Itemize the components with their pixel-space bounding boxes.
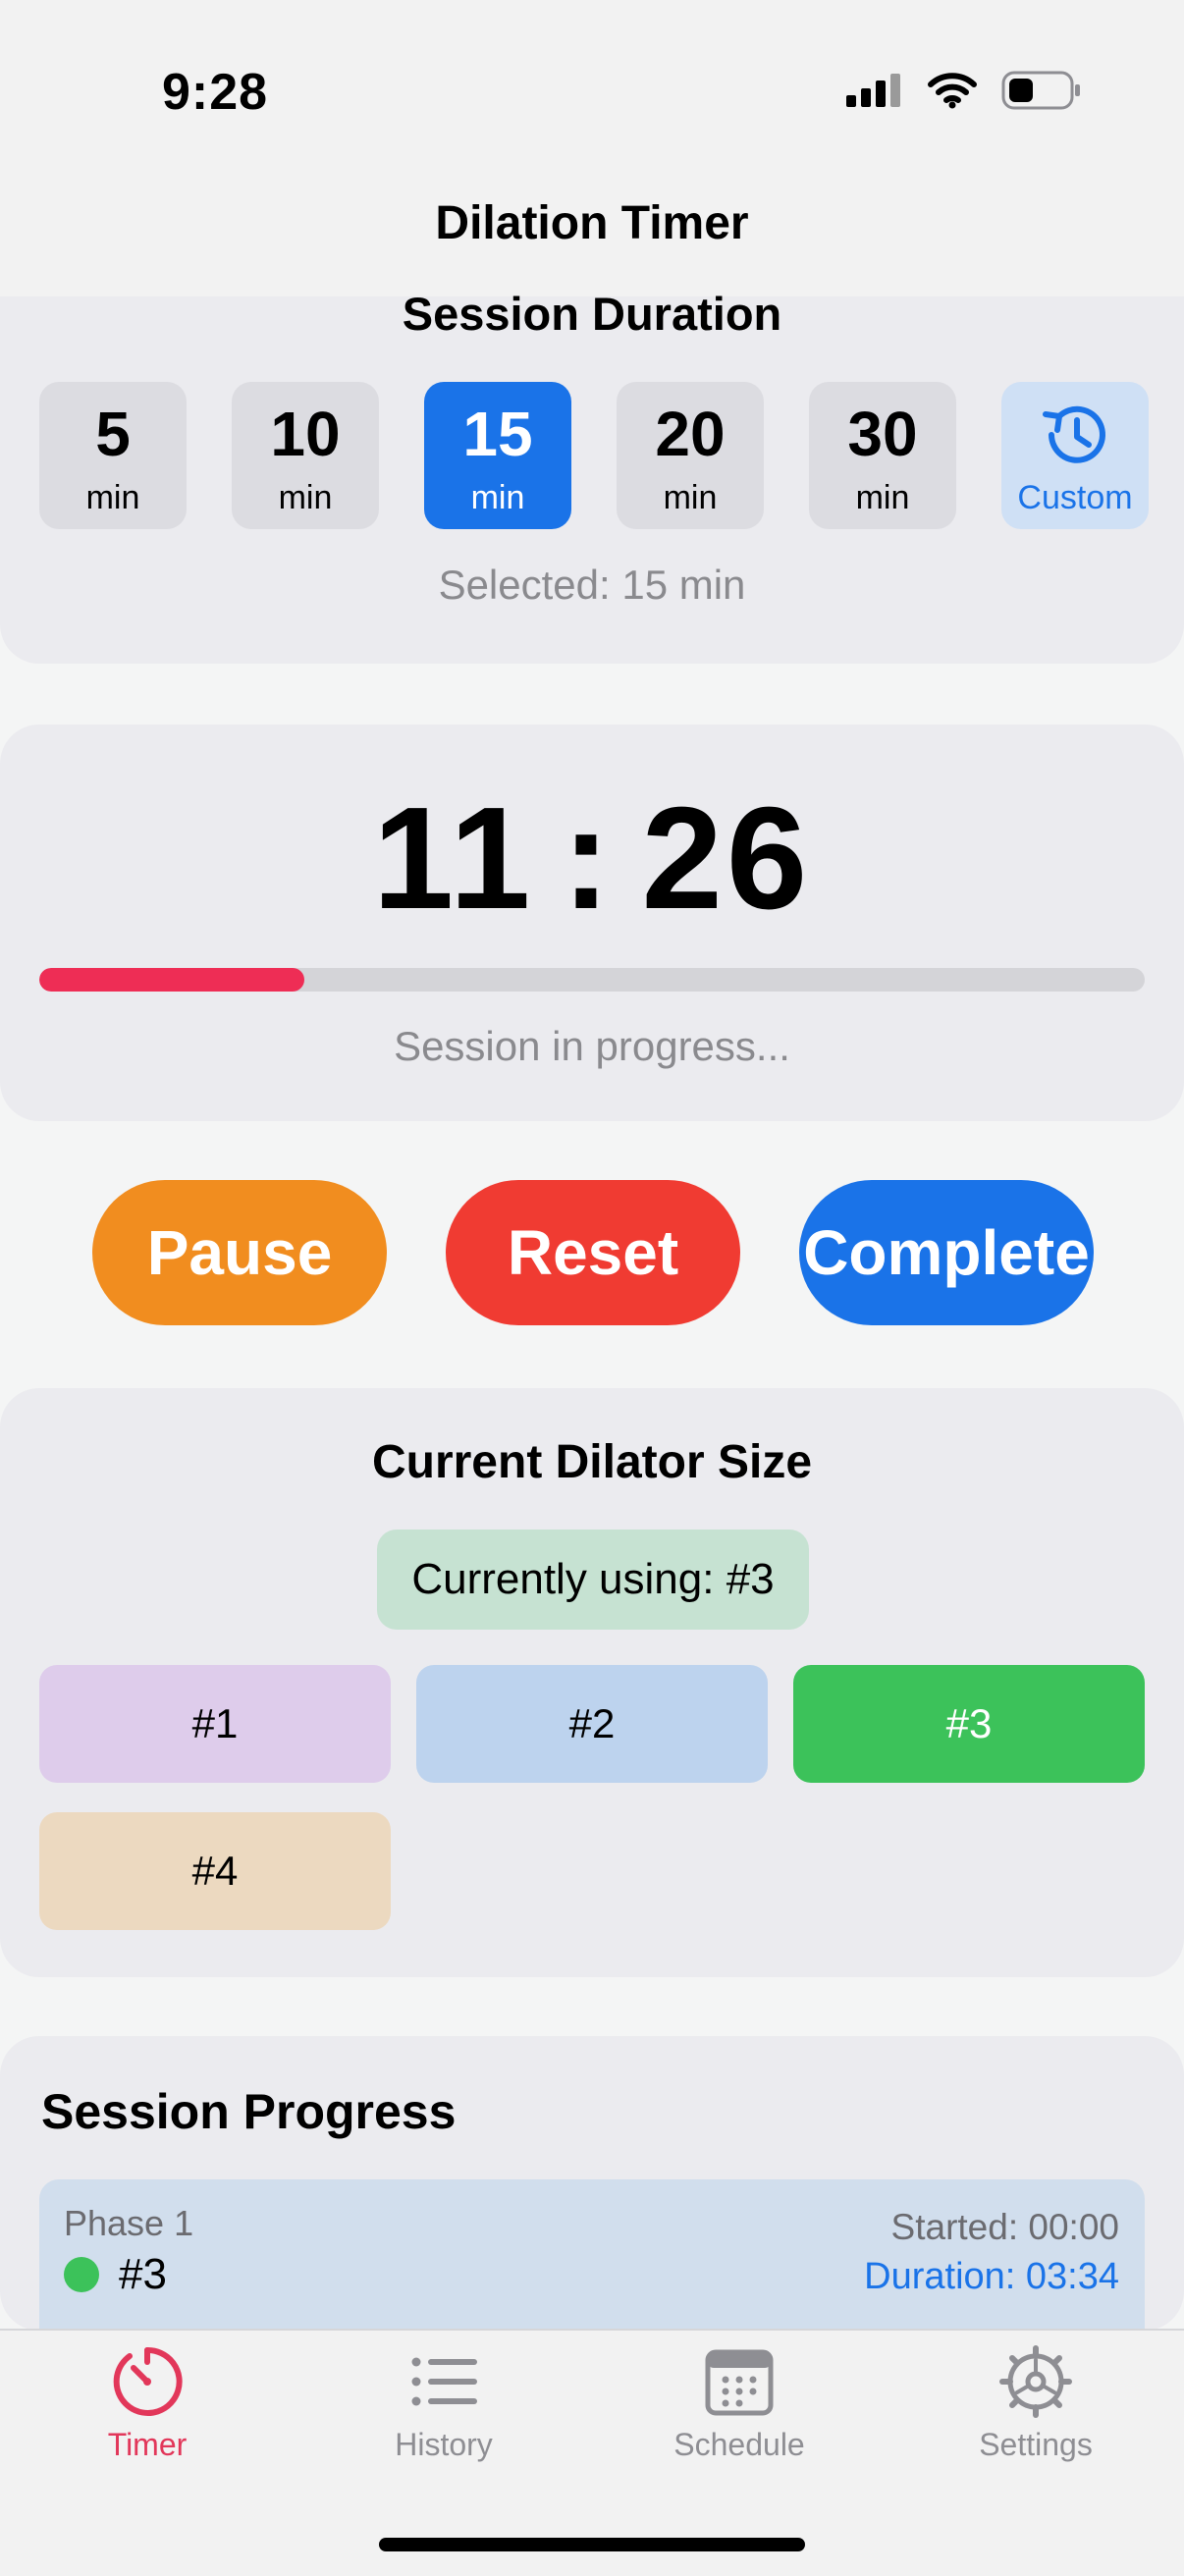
tab-history[interactable]: History bbox=[346, 2344, 542, 2463]
duration-option-5[interactable]: 5 min bbox=[39, 382, 187, 529]
clock-history-icon bbox=[1043, 405, 1105, 463]
timer-icon bbox=[113, 2346, 183, 2416]
phase-row bbox=[39, 2179, 1145, 2331]
battery-icon bbox=[1001, 71, 1080, 110]
phase-size: #3 bbox=[64, 2250, 167, 2299]
wifi-icon bbox=[928, 73, 977, 109]
phase-size-label: #3 bbox=[119, 2250, 167, 2298]
status-icons bbox=[846, 71, 1082, 110]
pause-button[interactable]: Pause bbox=[92, 1180, 387, 1325]
timer-display: 11:26 bbox=[0, 776, 1184, 942]
timer-minutes: 11 bbox=[372, 778, 535, 939]
timer-actions: Pause Reset Complete bbox=[92, 1180, 1094, 1325]
timer-status: Session in progress... bbox=[394, 1023, 790, 1069]
dilator-size-3-button[interactable]: #3 bbox=[793, 1665, 1145, 1783]
duration-option-15[interactable]: 15 min bbox=[424, 382, 571, 529]
session-progress-bar bbox=[39, 968, 1145, 992]
dilator-heading: Current Dilator Size bbox=[371, 1436, 813, 1488]
current-dilator-badge: Currently using: #3 bbox=[377, 1530, 809, 1630]
selected-duration-text: Selected: 15 min bbox=[438, 562, 746, 608]
duration-unit: min bbox=[855, 478, 910, 516]
duration-unit: min bbox=[470, 478, 525, 516]
tab-timer[interactable]: Timer bbox=[49, 2344, 245, 2463]
session-progress-fill bbox=[39, 968, 305, 992]
dilator-size-1-button[interactable]: #1 bbox=[39, 1665, 391, 1783]
complete-button[interactable]: Complete bbox=[799, 1180, 1094, 1325]
list-icon bbox=[411, 2357, 477, 2406]
home-indicator bbox=[379, 2538, 805, 2551]
duration-unit: min bbox=[663, 478, 718, 516]
reset-button[interactable]: Reset bbox=[446, 1180, 740, 1325]
duration-option-20[interactable]: 20 min bbox=[617, 382, 764, 529]
phase-started-time: Started: 00:00 bbox=[890, 2207, 1119, 2247]
duration-option-30[interactable]: 30 min bbox=[809, 382, 956, 529]
status-time: 9:28 bbox=[162, 64, 269, 121]
dilator-size-4-button[interactable]: #4 bbox=[39, 1812, 391, 1930]
page-title: Dilation Timer bbox=[435, 197, 749, 249]
tab-label: Timer bbox=[107, 2427, 188, 2462]
duration-heading: Session Duration bbox=[402, 288, 782, 340]
tab-label: History bbox=[395, 2427, 493, 2462]
duration-value: 10 bbox=[270, 398, 341, 469]
phase-label: Phase 1 bbox=[64, 2203, 194, 2243]
duration-value: 30 bbox=[847, 398, 918, 469]
duration-value: 5 bbox=[95, 398, 131, 469]
session-progress-heading: Session Progress bbox=[41, 2084, 457, 2139]
timer-seconds: 26 bbox=[641, 778, 812, 939]
tab-label: Schedule bbox=[673, 2427, 805, 2462]
duration-options: 5 min 10 min 15 min 20 min 30 min Custom bbox=[39, 382, 1149, 529]
duration-option-10[interactable]: 10 min bbox=[232, 382, 379, 529]
duration-value: 20 bbox=[655, 398, 726, 469]
duration-option-custom[interactable]: Custom bbox=[1001, 382, 1149, 529]
calendar-icon bbox=[705, 2349, 774, 2416]
custom-label: Custom bbox=[1017, 478, 1133, 516]
tab-label: Settings bbox=[979, 2427, 1093, 2462]
duration-unit: min bbox=[85, 478, 140, 516]
duration-unit: min bbox=[278, 478, 333, 516]
phase-duration: Duration: 03:34 bbox=[864, 2256, 1119, 2297]
tab-schedule[interactable]: Schedule bbox=[641, 2344, 837, 2463]
duration-value: 15 bbox=[462, 398, 533, 469]
cellular-signal-icon bbox=[846, 74, 900, 107]
tab-settings[interactable]: Settings bbox=[938, 2344, 1134, 2463]
phase-size-dot bbox=[64, 2257, 99, 2292]
timer-separator: : bbox=[562, 778, 615, 939]
gear-icon bbox=[999, 2345, 1072, 2418]
dilator-size-2-button[interactable]: #2 bbox=[416, 1665, 768, 1783]
